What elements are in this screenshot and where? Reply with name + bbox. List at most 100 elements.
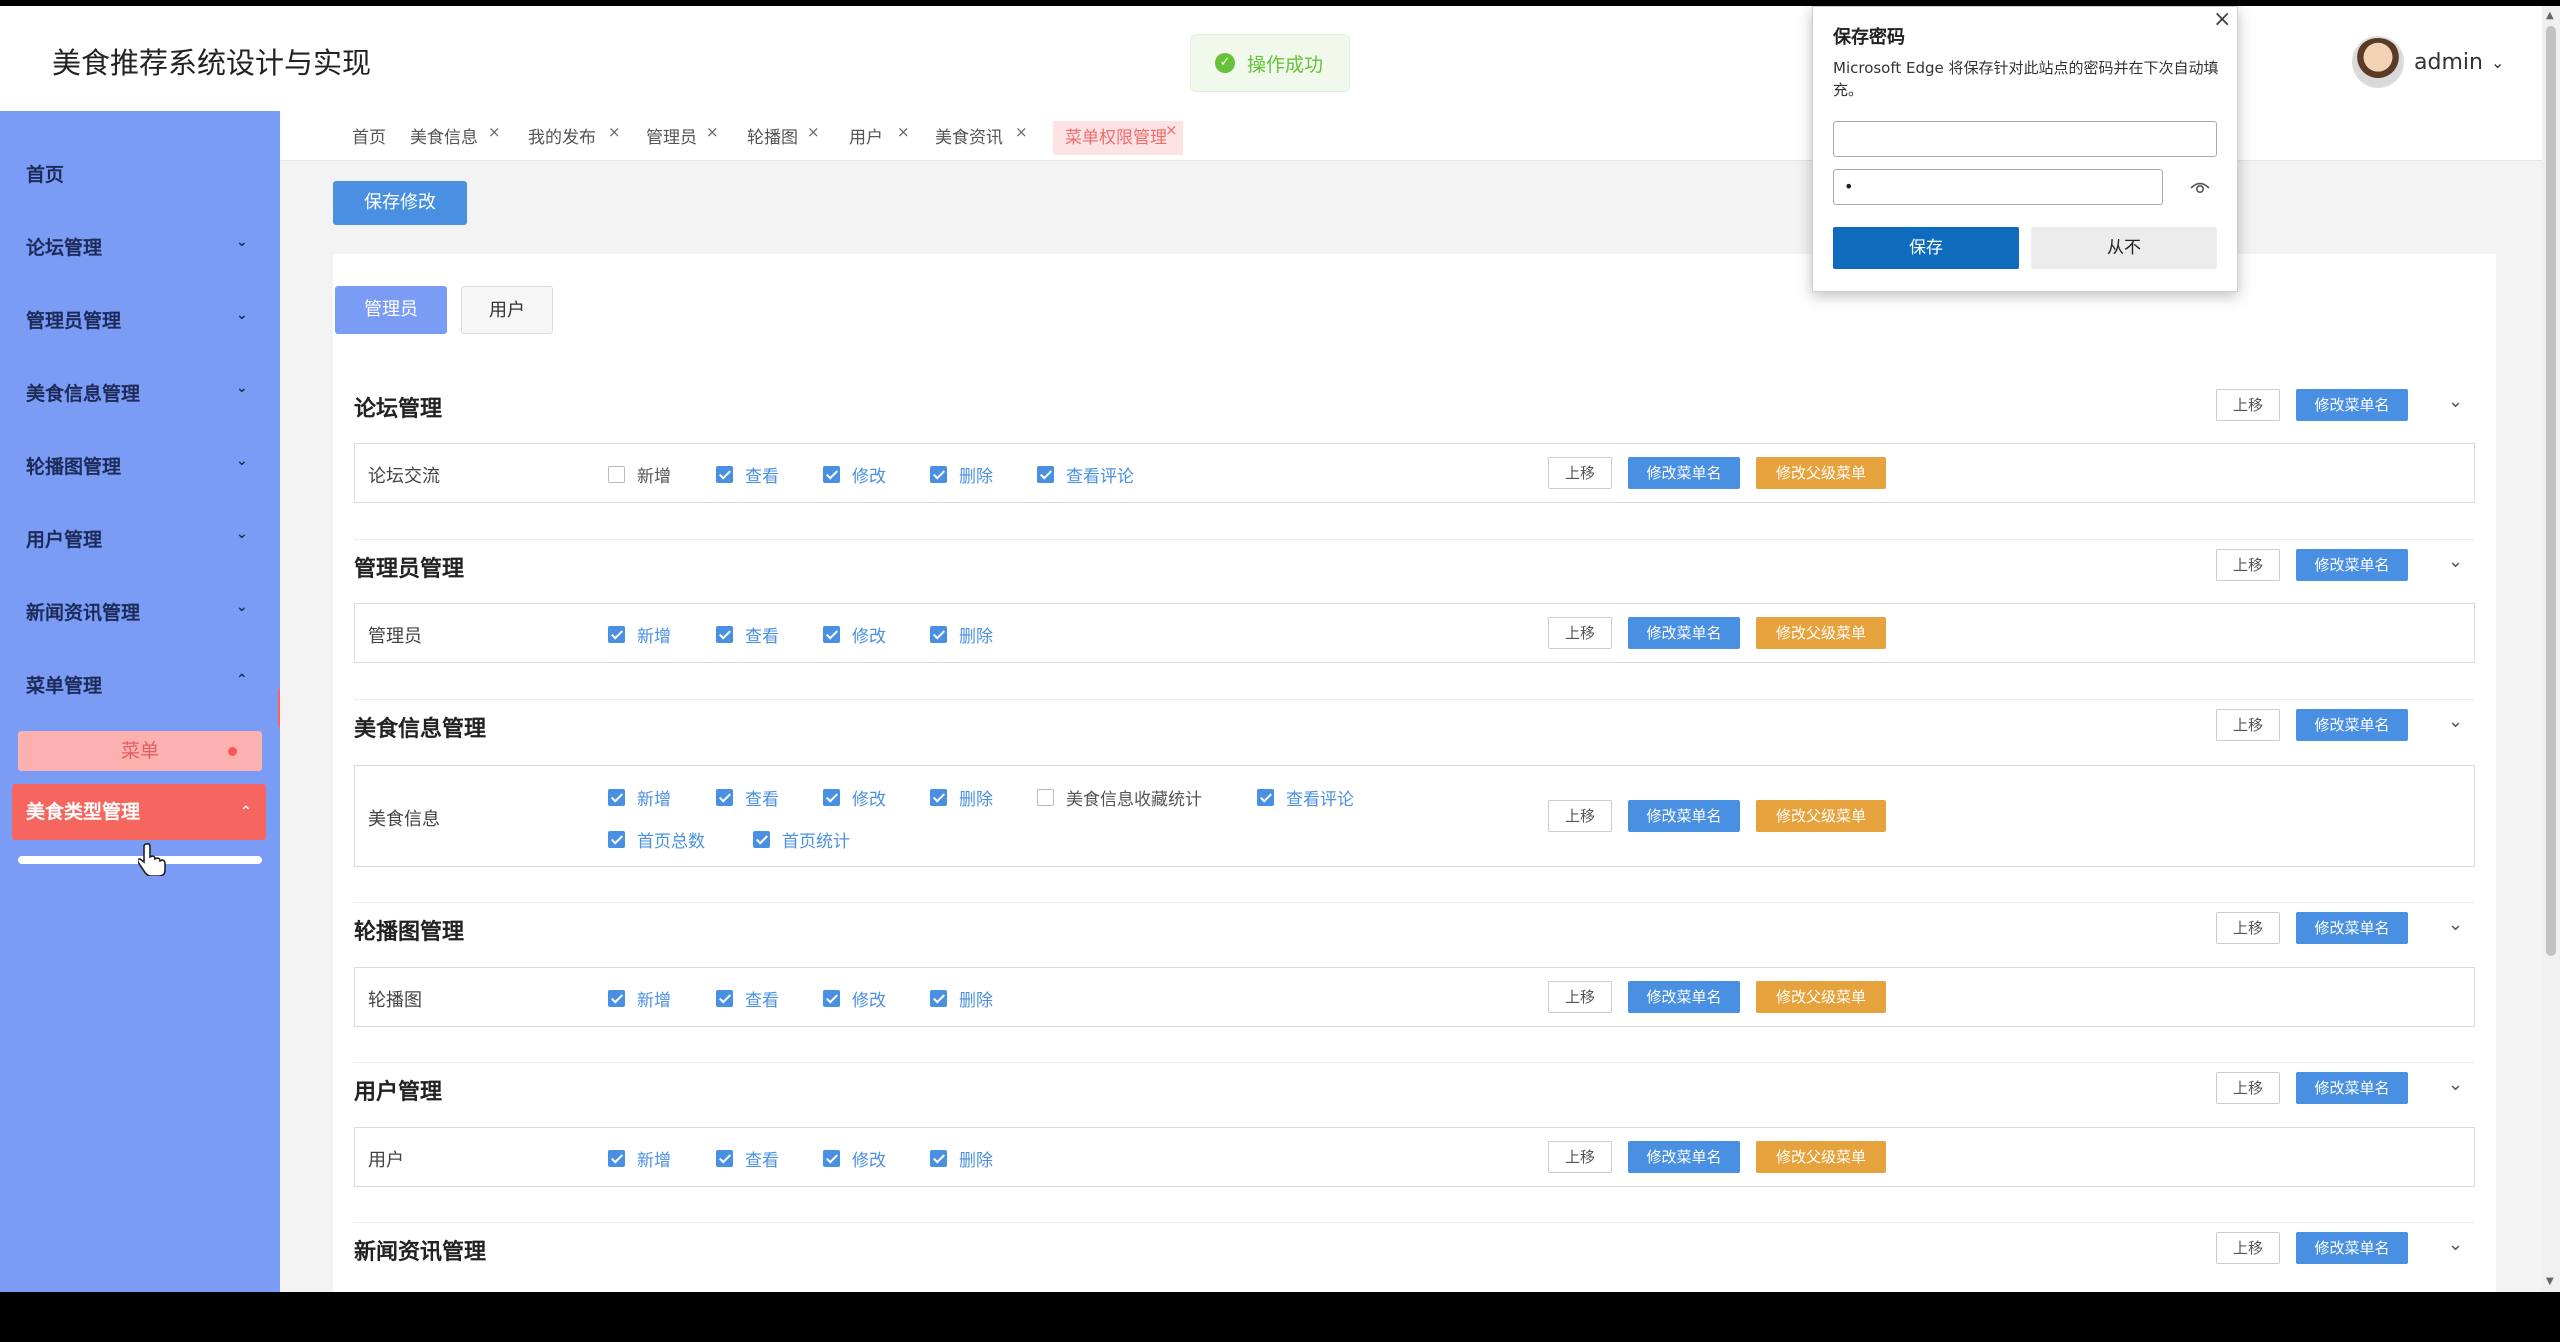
checkbox-checked-icon[interactable] [930,626,947,643]
row-change-parent-button[interactable]: 修改父级菜单 [1756,981,1886,1013]
checkbox-unchecked-icon[interactable] [608,466,625,483]
tab-food-news[interactable]: 美食资讯 × [935,121,1028,155]
checkbox-checked-icon[interactable] [716,1150,733,1167]
checkbox-checked-icon[interactable] [608,789,625,806]
row-rename-button[interactable]: 修改菜单名 [1628,981,1740,1013]
row-change-parent-button[interactable]: 修改父级菜单 [1756,1141,1886,1173]
sidebar-item-news[interactable]: 新闻资讯管理 ⌄ [0,581,280,641]
role-tab-user[interactable]: 用户 [461,286,553,334]
password-field[interactable]: • [1833,169,2163,205]
save-password-button[interactable]: 保存 [1833,227,2019,269]
tab-carousel[interactable]: 轮播图 × [747,121,820,155]
chevron-down-icon[interactable]: ⌄ [2448,711,2463,732]
permission-checkbox[interactable]: 删除 [930,986,993,1011]
row-rename-button[interactable]: 修改菜单名 [1628,1141,1740,1173]
checkbox-checked-icon[interactable] [716,626,733,643]
chevron-down-icon[interactable]: ⌄ [2448,914,2463,935]
row-rename-button[interactable]: 修改菜单名 [1628,457,1740,489]
eye-icon[interactable] [2189,177,2211,197]
row-rename-button[interactable]: 修改菜单名 [1628,800,1740,832]
scroll-down-icon[interactable]: ▼ [2546,1276,2554,1287]
chevron-down-icon[interactable]: ⌄ [2448,391,2463,412]
permission-checkbox[interactable]: 删除 [930,462,993,487]
user-name[interactable]: admin [2414,50,2483,75]
section-rename-button[interactable]: 修改菜单名 [2296,549,2408,581]
checkbox-checked-icon[interactable] [716,789,733,806]
permission-checkbox[interactable]: 新增 [608,1146,671,1171]
section-rename-button[interactable]: 修改菜单名 [2296,1232,2408,1264]
permission-checkbox[interactable]: 删除 [930,785,993,810]
close-icon[interactable]: × [807,115,820,149]
row-change-parent-button[interactable]: 修改父级菜单 [1756,617,1886,649]
section-move-up-button[interactable]: 上移 [2216,1232,2280,1264]
close-icon[interactable]: × [2213,7,2231,32]
section-move-up-button[interactable]: 上移 [2216,1072,2280,1104]
close-icon[interactable]: × [608,115,621,149]
sidebar-item-home[interactable]: 首页 [0,143,280,203]
checkbox-checked-icon[interactable] [753,831,770,848]
checkbox-checked-icon[interactable] [608,1150,625,1167]
permission-checkbox[interactable]: 查看 [716,622,779,647]
section-move-up-button[interactable]: 上移 [2216,389,2280,421]
username-field[interactable] [1833,121,2217,157]
user-menu[interactable]: admin ⌄ [2352,36,2504,88]
tab-food-info[interactable]: 美食信息 × [410,121,501,155]
close-icon[interactable]: × [1015,115,1028,149]
sidebar-item-admins[interactable]: 管理员管理 ⌄ [0,289,280,349]
tab-users[interactable]: 用户 × [849,121,910,155]
tab-admins[interactable]: 管理员 × [646,121,719,155]
tab-home[interactable]: 首页 [352,121,386,155]
permission-checkbox[interactable]: 查看 [716,1146,779,1171]
checkbox-unchecked-icon[interactable] [1037,789,1054,806]
chevron-down-icon[interactable]: ⌄ [2491,53,2504,72]
section-move-up-button[interactable]: 上移 [2216,549,2280,581]
close-icon[interactable]: × [488,115,501,149]
permission-checkbox[interactable]: 查看 [716,986,779,1011]
save-changes-button[interactable]: 保存修改 [333,181,467,225]
permission-checkbox[interactable]: 美食信息收藏统计 [1037,785,1202,810]
row-move-up-button[interactable]: 上移 [1548,457,1612,489]
row-move-up-button[interactable]: 上移 [1548,1141,1612,1173]
permission-checkbox[interactable]: 查看 [716,462,779,487]
permission-checkbox[interactable]: 新增 [608,986,671,1011]
checkbox-checked-icon[interactable] [716,990,733,1007]
section-rename-button[interactable]: 修改菜单名 [2296,1072,2408,1104]
checkbox-checked-icon[interactable] [823,1150,840,1167]
scroll-thumb[interactable] [2546,26,2556,956]
permission-checkbox[interactable]: 新增 [608,785,671,810]
permission-checkbox[interactable]: 首页总数 [608,827,705,852]
checkbox-checked-icon[interactable] [1037,466,1054,483]
checkbox-checked-icon[interactable] [716,466,733,483]
permission-checkbox[interactable]: 新增 [608,462,671,487]
section-move-up-button[interactable]: 上移 [2216,912,2280,944]
permission-checkbox[interactable]: 修改 [823,1146,886,1171]
sidebar-subitem-menu[interactable]: 菜单 [18,731,262,771]
sidebar-item-carousel[interactable]: 轮播图管理 ⌄ [0,435,280,495]
sidebar-item-users[interactable]: 用户管理 ⌄ [0,508,280,568]
checkbox-checked-icon[interactable] [1257,789,1274,806]
section-rename-button[interactable]: 修改菜单名 [2296,709,2408,741]
row-move-up-button[interactable]: 上移 [1548,981,1612,1013]
close-icon[interactable]: × [1165,113,1178,147]
close-icon[interactable]: × [706,115,719,149]
checkbox-checked-icon[interactable] [823,626,840,643]
row-change-parent-button[interactable]: 修改父级菜单 [1756,800,1886,832]
role-tab-admin[interactable]: 管理员 [335,286,447,334]
close-icon[interactable]: × [897,115,910,149]
sidebar-item-menu[interactable]: 菜单管理 ⌃ [0,654,280,714]
permission-checkbox[interactable]: 修改 [823,986,886,1011]
section-move-up-button[interactable]: 上移 [2216,709,2280,741]
chevron-down-icon[interactable]: ⌄ [2448,1074,2463,1095]
tab-my-posts[interactable]: 我的发布 × [528,121,621,155]
sidebar-item-food-info[interactable]: 美食信息管理 ⌄ [0,362,280,422]
permission-checkbox[interactable]: 修改 [823,622,886,647]
chevron-down-icon[interactable]: ⌄ [2448,1234,2463,1255]
section-rename-button[interactable]: 修改菜单名 [2296,389,2408,421]
section-rename-button[interactable]: 修改菜单名 [2296,912,2408,944]
permission-checkbox[interactable]: 查看评论 [1037,462,1134,487]
row-change-parent-button[interactable]: 修改父级菜单 [1756,457,1886,489]
avatar[interactable] [2352,36,2404,88]
checkbox-checked-icon[interactable] [608,990,625,1007]
permission-checkbox[interactable]: 首页统计 [753,827,850,852]
checkbox-checked-icon[interactable] [930,1150,947,1167]
